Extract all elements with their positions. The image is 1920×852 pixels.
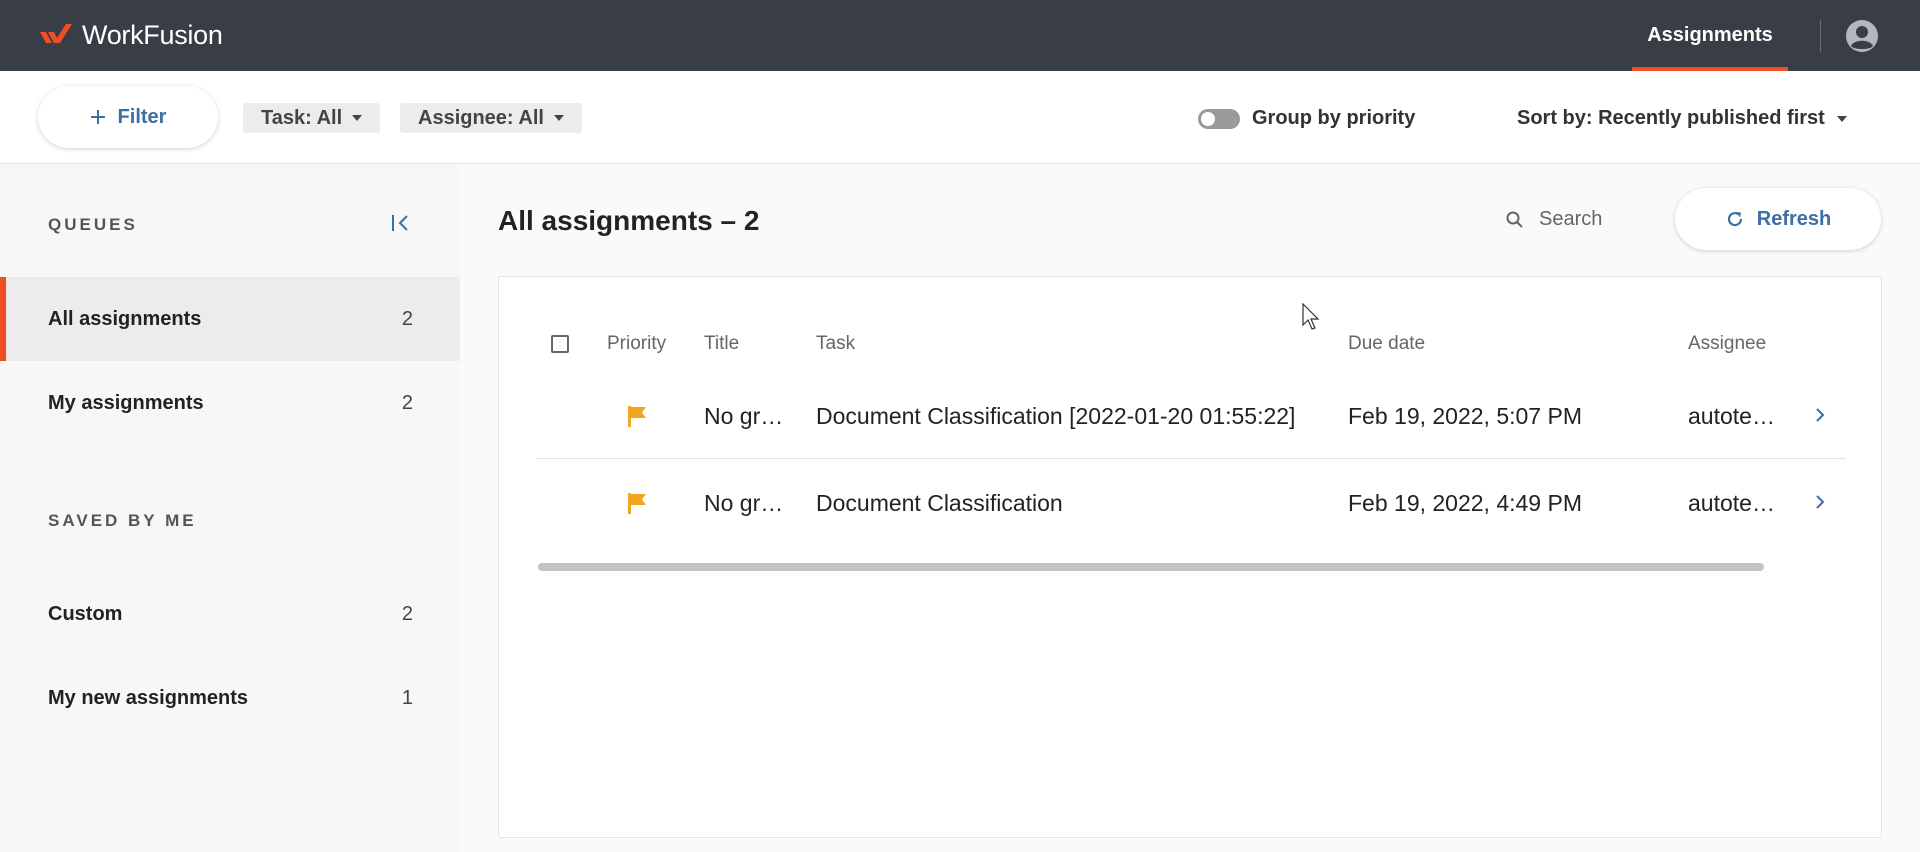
nav-divider <box>1820 20 1821 52</box>
row-task: Document Classification <box>816 489 1063 516</box>
chevron-right-icon[interactable] <box>1813 406 1827 424</box>
nav-tab-assignments[interactable]: Assignments <box>1632 0 1788 71</box>
mouse-cursor-icon <box>1302 303 1320 330</box>
row-task: Document Classification [2022-01-20 01:5… <box>816 402 1296 429</box>
row-title: No gr… <box>704 402 784 429</box>
queue-item-all-assignments[interactable]: All assignments 2 <box>0 277 460 361</box>
caret-down-icon <box>553 115 564 121</box>
queue-label: My new assignments <box>48 686 249 709</box>
row-due-date: Feb 19, 2022, 5:07 PM <box>1348 402 1582 429</box>
queue-label: My assignments <box>48 391 204 414</box>
queue-label: Custom <box>48 602 123 625</box>
assignments-table: Priority Title Task Due date Assignee No… <box>498 276 1882 838</box>
row-assignee: autote… <box>1688 489 1775 516</box>
flag-icon <box>628 493 646 514</box>
column-header-assignee[interactable]: Assignee <box>1688 333 1766 355</box>
queue-item-my-new-assignments[interactable]: My new assignments 1 <box>0 656 460 740</box>
refresh-icon <box>1727 211 1742 227</box>
queue-item-custom[interactable]: Custom 2 <box>0 572 460 656</box>
sort-label: Sort by: Recently published first <box>1517 107 1825 129</box>
sort-dropdown[interactable]: Sort by: Recently published first <box>1517 107 1847 130</box>
table-row[interactable]: No gr… Document Classification [2022-01-… <box>536 373 1846 459</box>
search-input[interactable]: Search <box>1505 208 1602 231</box>
caret-down-icon <box>352 115 363 121</box>
queue-count: 2 <box>401 602 413 625</box>
queues-section-title: QUEUES <box>48 215 138 234</box>
brand-name: WorkFusion <box>82 19 223 50</box>
search-placeholder: Search <box>1539 208 1603 230</box>
filter-button-label: Filter <box>117 105 167 128</box>
collapse-left-icon[interactable] <box>390 212 412 234</box>
filter-button[interactable]: Filter <box>38 86 218 148</box>
queue-label: All assignments <box>48 307 202 330</box>
group-by-priority-label: Group by priority <box>1252 107 1416 129</box>
group-by-priority-toggle[interactable] <box>1198 109 1240 129</box>
filter-bar: Filter Task: All Assignee: All Group by … <box>0 71 1920 164</box>
page-title: All assignments – 2 <box>498 205 760 236</box>
assignee-filter-chip[interactable]: Assignee: All <box>400 103 582 133</box>
assignee-filter-label: Assignee: All <box>418 106 544 129</box>
refresh-button[interactable]: Refresh <box>1675 188 1881 250</box>
column-header-task[interactable]: Task <box>816 333 855 355</box>
table-row[interactable]: No gr… Document Classification Feb 19, 2… <box>536 460 1846 546</box>
account-circle-icon[interactable] <box>1845 19 1879 53</box>
workfusion-logo-icon <box>40 24 72 43</box>
queue-count: 2 <box>401 307 413 330</box>
row-title: No gr… <box>704 489 784 516</box>
task-filter-chip[interactable]: Task: All <box>243 103 381 133</box>
saved-section-title: SAVED BY ME <box>48 511 197 530</box>
queue-count: 1 <box>401 686 413 709</box>
brand-logo[interactable]: WorkFusion <box>38 20 223 50</box>
caret-down-icon <box>1836 115 1847 122</box>
select-all-checkbox[interactable] <box>551 335 569 353</box>
column-header-priority[interactable]: Priority <box>607 333 666 355</box>
column-header-due-date[interactable]: Due date <box>1348 333 1425 355</box>
queue-item-my-assignments[interactable]: My assignments 2 <box>0 361 460 445</box>
queue-count: 2 <box>401 391 413 414</box>
toggle-knob <box>1201 112 1215 126</box>
search-icon <box>1506 211 1523 228</box>
queues-sidebar: QUEUES All assignments 2 My assignments … <box>0 164 460 852</box>
task-filter-label: Task: All <box>261 106 343 129</box>
row-due-date: Feb 19, 2022, 4:49 PM <box>1348 489 1582 516</box>
refresh-button-label: Refresh <box>1756 207 1832 230</box>
top-navigation-bar: WorkFusion Assignments <box>0 0 1920 71</box>
horizontal-scrollbar[interactable] <box>538 563 1764 571</box>
column-header-title[interactable]: Title <box>704 333 739 355</box>
flag-icon <box>628 406 646 427</box>
plus-icon <box>90 110 105 124</box>
row-assignee: autote… <box>1688 402 1775 429</box>
chevron-right-icon[interactable] <box>1813 493 1827 511</box>
